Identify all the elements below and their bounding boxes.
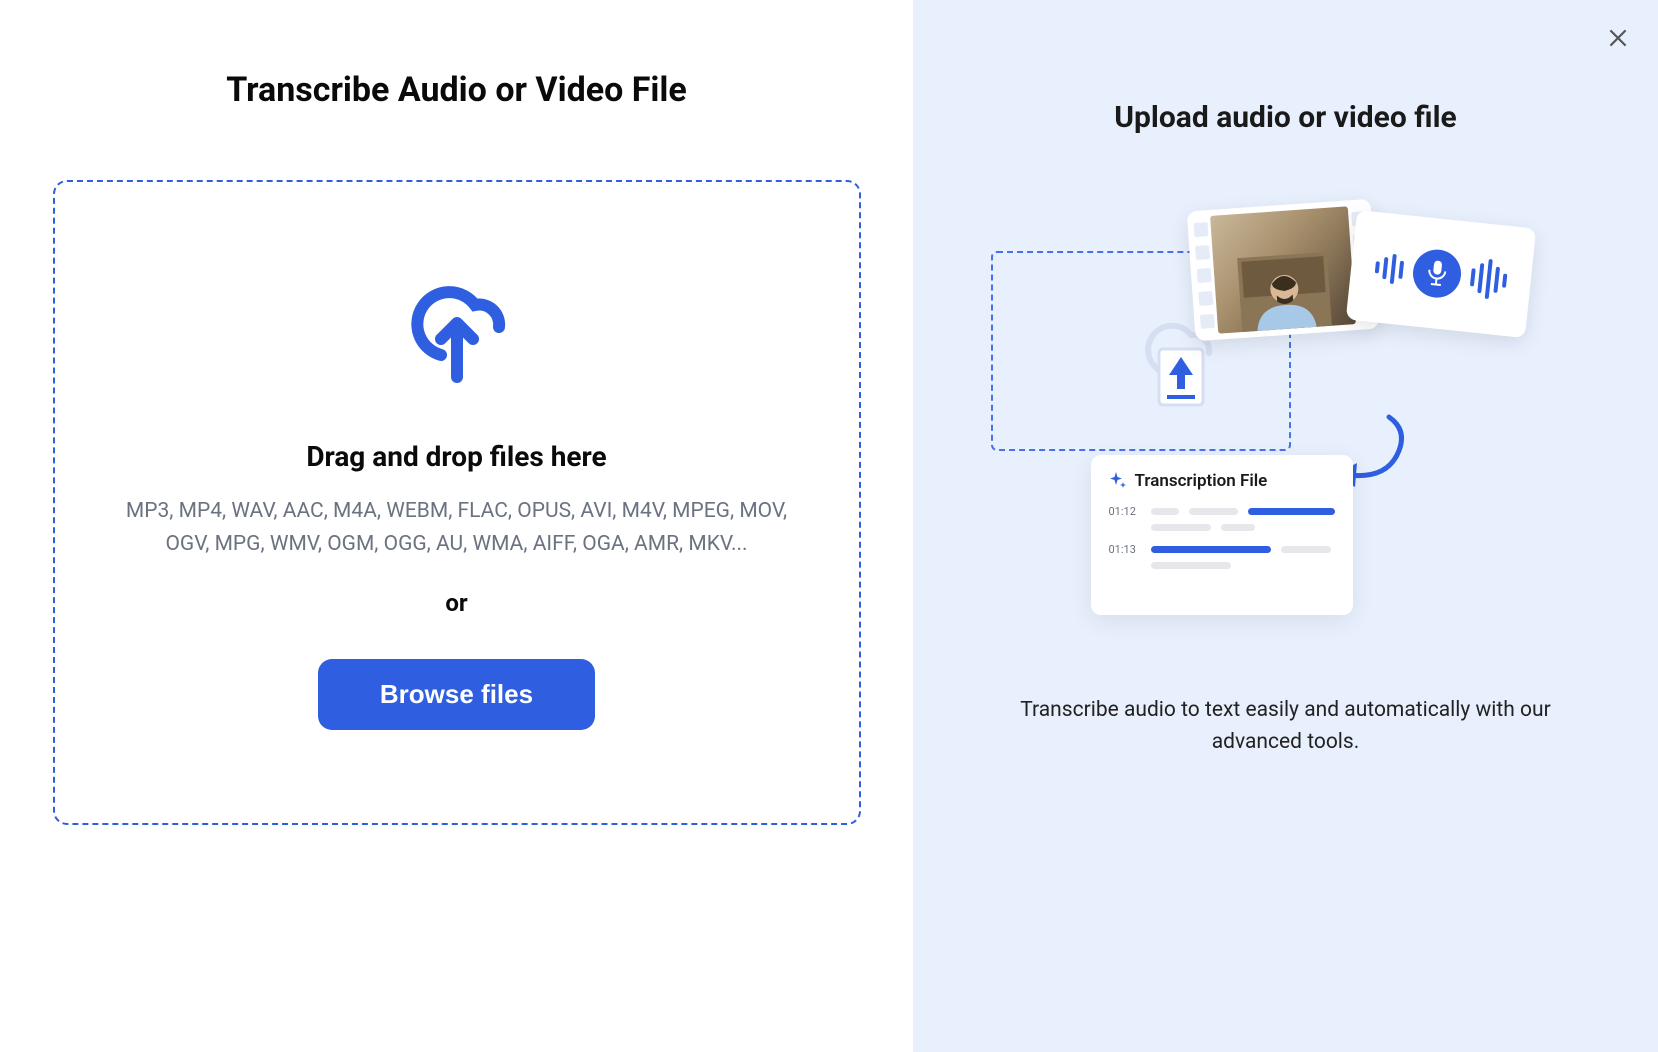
sparkle-icon [1109,472,1127,490]
waveform-right-icon [1468,257,1508,301]
right-panel: Upload audio or video file [913,0,1658,1052]
waveform-left-icon [1373,252,1404,285]
right-title: Upload audio or video file [1114,100,1456,135]
illustration-video-thumbnail [1210,206,1356,333]
close-button[interactable] [1598,18,1638,58]
illustration-audio-card [1345,210,1536,338]
left-panel: Transcribe Audio or Video File Drag and … [0,0,913,1052]
right-description: Transcribe audio to text easily and auto… [1001,695,1571,758]
browse-files-button[interactable]: Browse files [318,659,595,730]
cloud-upload-icon [397,275,517,385]
transcript-timestamp: 01:12 [1109,505,1141,518]
page-title: Transcribe Audio or Video File [226,70,687,110]
supported-formats: MP3, MP4, WAV, AAC, M4A, WEBM, FLAC, OPU… [125,495,789,560]
close-icon [1605,25,1631,51]
drop-headline: Drag and drop files here [306,440,606,473]
transcript-card-title: Transcription File [1135,471,1268,491]
transcript-timestamp: 01:13 [1109,543,1141,556]
file-drop-zone[interactable]: Drag and drop files here MP3, MP4, WAV, … [53,180,861,825]
upload-illustration: Transcription File 01:12 01:13 [991,205,1581,645]
or-separator: or [445,589,467,617]
microphone-icon [1410,247,1463,300]
illustration-transcript-card: Transcription File 01:12 01:13 [1091,455,1353,615]
